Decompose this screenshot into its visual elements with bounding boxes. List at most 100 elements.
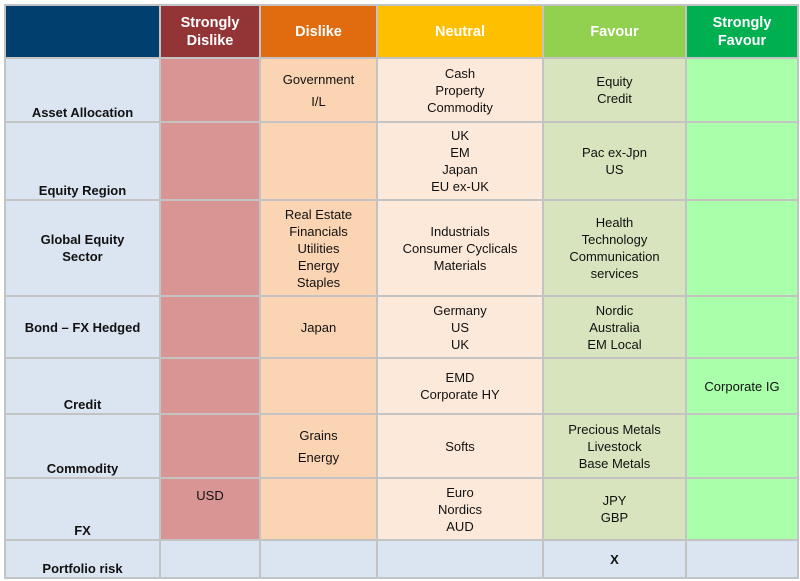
cell-strongly-dislike: USD — [159, 477, 261, 541]
table-row-portfolio-risk: Portfolio risk X — [4, 539, 799, 579]
cell-item: Japan — [300, 319, 337, 335]
cell-item: Pac ex-Jpn — [581, 145, 648, 160]
cell-item: Precious Metals — [568, 421, 661, 437]
cell-dislike — [259, 121, 378, 201]
cell-strongly-favour — [685, 121, 799, 201]
header-strongly-favour: Strongly Favour — [685, 4, 799, 59]
table-row-fx: FX USD Euro Nordics AUD JPY GBP — [4, 477, 799, 541]
cell-item: Utilities — [297, 240, 340, 256]
cell-item: Industrials — [430, 223, 490, 239]
row-label: Asset Allocation — [4, 57, 161, 123]
cell-item: Germany — [433, 302, 487, 318]
cell-strongly-favour — [685, 477, 799, 541]
cell-item: Communication — [569, 249, 660, 264]
cell-item: Energy — [297, 257, 340, 273]
cell-item: Government — [282, 71, 355, 87]
cell-item: JPY — [602, 493, 627, 508]
row-label: Portfolio risk — [4, 539, 161, 579]
cell-item: Corporate IG — [704, 378, 780, 394]
cell-strongly-dislike — [159, 295, 261, 359]
table-row-global-equity: Global Equity Sector Real Estate Financials… — [4, 199, 799, 297]
cell-item: Financials — [289, 223, 348, 239]
cell-item: Livestock — [587, 438, 642, 454]
table-row-commodity: Commodity Grains Energy Softs Precious Metal… — [4, 413, 799, 479]
header-corner — [4, 4, 161, 59]
cell-item: Consumer Cyclicals — [402, 240, 518, 256]
cell-item: services — [590, 266, 639, 281]
cell-neutral: Germany US UK — [376, 295, 544, 359]
cell-item: Property — [435, 82, 485, 98]
cell-item: UK — [450, 128, 470, 143]
header-favour: Favour — [542, 4, 687, 59]
row-label: Bond – FX Hedged — [4, 295, 161, 359]
header-dislike: Dislike — [259, 4, 378, 59]
cell-neutral — [376, 539, 544, 579]
cell-strongly-dislike — [159, 57, 261, 123]
asset-view-grid: Strongly Dislike Dislike Neutral Favour S… — [4, 4, 799, 579]
cell-favour: Health Technology Communication services — [542, 199, 687, 297]
cell-item: Equity — [596, 74, 633, 89]
cell-item: Softs — [445, 438, 475, 454]
cell-favour — [542, 357, 687, 415]
table-row-equity-region: Equity Region UK EM Japan EU ex-UK Pac ex-Jpn… — [4, 121, 799, 201]
cell-strongly-favour — [685, 295, 799, 359]
cell-item: Materials — [433, 257, 487, 273]
row-label: Equity Region — [4, 121, 161, 201]
cell-dislike — [259, 539, 378, 579]
cell-item: EM Local — [587, 336, 642, 352]
cell-dislike — [259, 477, 378, 541]
cell-strongly-dislike — [159, 121, 261, 201]
cell-item: Nordics — [437, 501, 483, 517]
cell-item: Commodity — [427, 99, 493, 115]
cell-strongly-favour — [685, 57, 799, 123]
cell-favour: Equity Credit — [542, 57, 687, 123]
cell-item: X — [610, 551, 619, 567]
cell-item: Real Estate — [284, 206, 353, 222]
cell-item: Grains — [299, 427, 338, 443]
cell-strongly-favour — [685, 199, 799, 297]
cell-item: Credit — [597, 91, 632, 106]
header-strongly-dislike: Strongly Dislike — [159, 4, 261, 59]
cell-dislike: Japan — [259, 295, 378, 359]
cell-strongly-favour — [685, 539, 799, 579]
cell-neutral: Softs — [376, 413, 544, 479]
cell-favour: X — [542, 539, 687, 579]
cell-item: USD — [196, 488, 224, 503]
cell-favour: Nordic Australia EM Local — [542, 295, 687, 359]
cell-dislike: Government I/L — [259, 57, 378, 123]
cell-dislike: Real Estate Financials Utilities Energy Stap… — [259, 199, 378, 297]
cell-favour: Precious Metals Livestock Base Metals — [542, 413, 687, 479]
cell-item: Staples — [296, 274, 341, 290]
cell-item: Corporate HY — [420, 387, 500, 402]
cell-neutral: Euro Nordics AUD — [376, 477, 544, 541]
cell-neutral: Cash Property Commodity — [376, 57, 544, 123]
cell-strongly-dislike — [159, 539, 261, 579]
cell-item: US — [450, 319, 470, 335]
cell-item: Energy — [297, 449, 340, 465]
cell-item: I/L — [311, 93, 326, 109]
cell-item: Technology — [581, 232, 648, 247]
cell-item: EU ex-UK — [431, 179, 489, 194]
header-neutral: Neutral — [376, 4, 544, 59]
cell-favour: Pac ex-Jpn US — [542, 121, 687, 201]
cell-neutral: EMD Corporate HY — [376, 357, 544, 415]
cell-item: AUD — [446, 518, 474, 534]
cell-strongly-favour: Corporate IG — [685, 357, 799, 415]
cell-favour: JPY GBP — [542, 477, 687, 541]
cell-item: US — [605, 162, 624, 177]
cell-item: Cash — [444, 65, 476, 81]
cell-neutral: UK EM Japan EU ex-UK — [376, 121, 544, 201]
cell-strongly-dislike — [159, 413, 261, 479]
cell-item: Japan — [442, 162, 478, 177]
table-row-credit: Credit EMD Corporate HY Corporate IG — [4, 357, 799, 415]
header-row: Strongly Dislike Dislike Neutral Favour S… — [4, 4, 799, 59]
row-label: FX — [4, 477, 161, 541]
cell-neutral: Industrials Consumer Cyclicals Materials — [376, 199, 544, 297]
cell-strongly-dislike — [159, 199, 261, 297]
cell-item: GBP — [600, 510, 629, 525]
cell-strongly-favour — [685, 413, 799, 479]
table-row-bond-fx-hedged: Bond – FX Hedged Japan Germany US UK Nordic Au… — [4, 295, 799, 359]
cell-item: Base Metals — [578, 455, 651, 471]
cell-dislike — [259, 357, 378, 415]
cell-item: UK — [450, 336, 470, 352]
